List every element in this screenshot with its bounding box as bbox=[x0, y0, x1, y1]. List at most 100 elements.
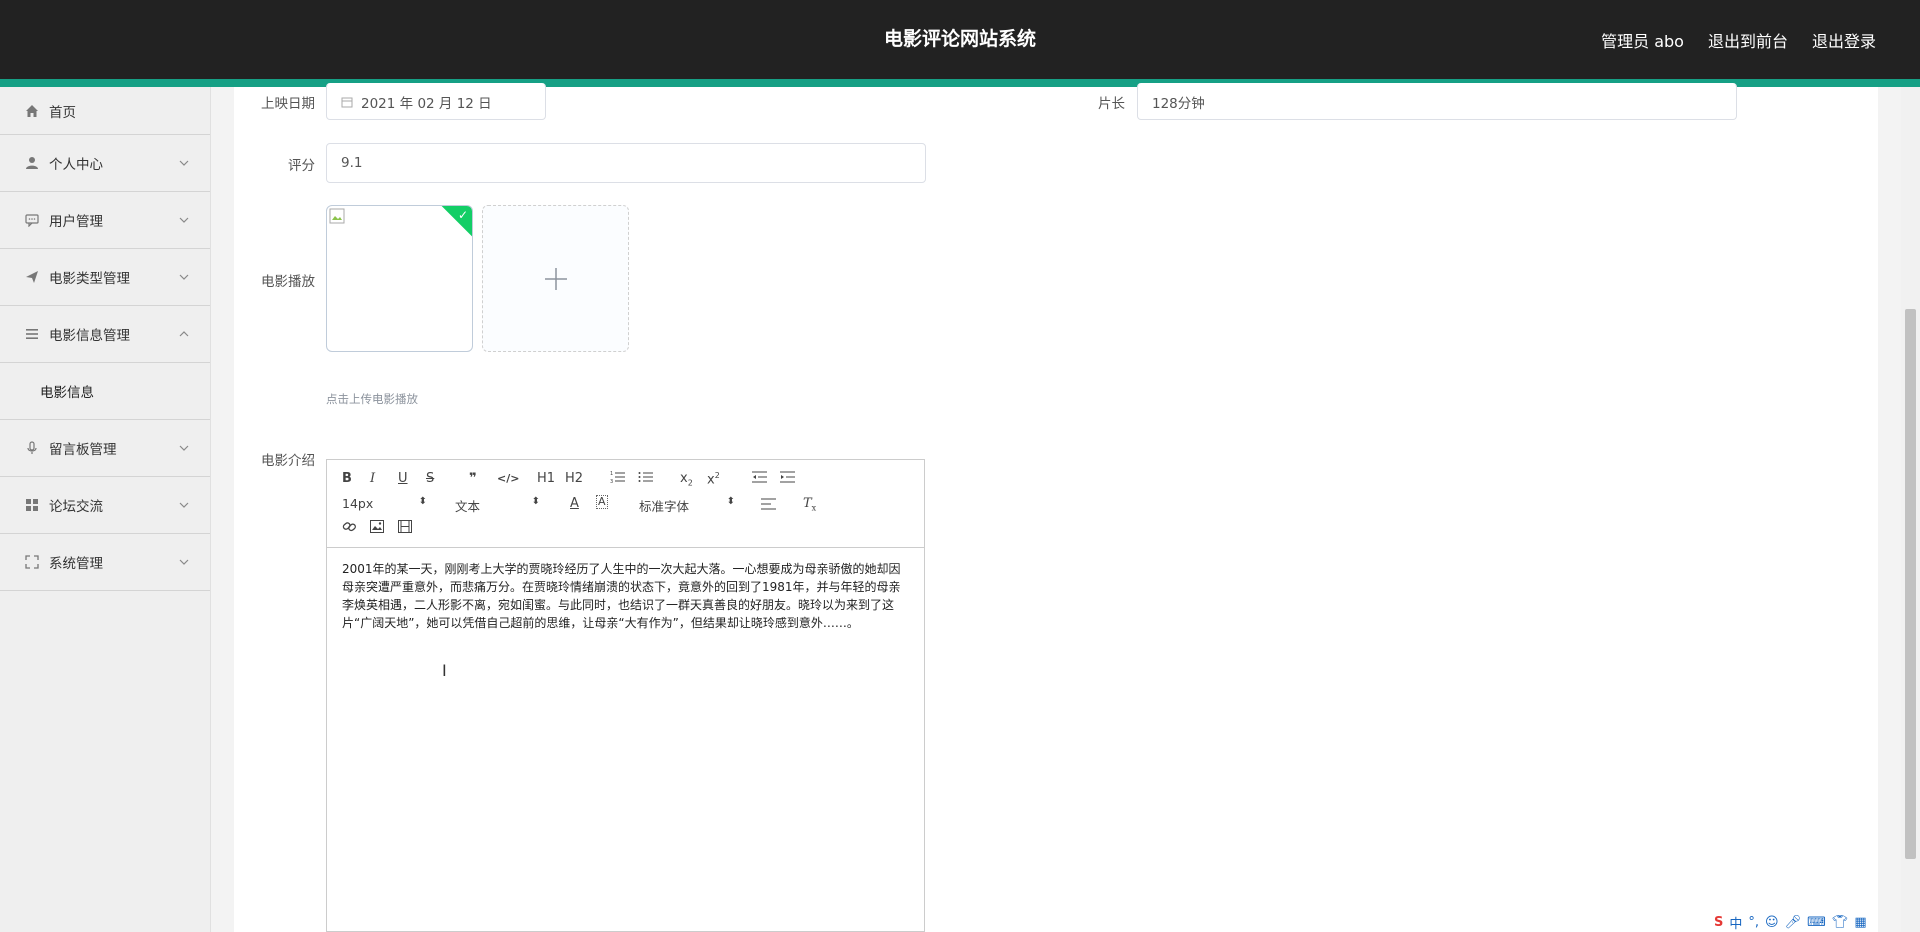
italic-button[interactable]: I bbox=[370, 470, 375, 488]
page-scrollbar[interactable] bbox=[1901, 87, 1920, 932]
ime-tray[interactable]: S 中 °, ☺ 🎤︎ ⌨ 👕︎ ▦ bbox=[1714, 912, 1867, 932]
sidebar-item-label: 电影信息管理 bbox=[49, 328, 130, 344]
release-date-label: 上映日期 bbox=[261, 96, 315, 112]
sidebar-item-user-management[interactable]: 用户管理 bbox=[0, 192, 210, 249]
ordered-list-icon[interactable]: 13 bbox=[610, 470, 625, 490]
sidebar-item-message-board-management[interactable]: 留言板管理 bbox=[0, 420, 210, 477]
ime-mode-label: 中 bbox=[1729, 916, 1743, 932]
image-icon[interactable] bbox=[370, 520, 384, 539]
link-icon[interactable] bbox=[342, 520, 357, 540]
sidebar-item-label: 论坛交流 bbox=[49, 499, 103, 515]
video-icon[interactable] bbox=[398, 520, 412, 539]
editor-content[interactable]: 2001年的某一天，刚刚考上大学的贾晓玲经历了人生中的一次大起大落。一心想要成为… bbox=[327, 548, 924, 644]
select-arrows-icon: ⬍ bbox=[726, 496, 735, 507]
clear-format-icon[interactable]: Tx bbox=[803, 495, 816, 518]
emoji-icon: ☺ bbox=[1765, 914, 1779, 930]
mic-icon bbox=[24, 440, 40, 456]
sidebar-item-movie-info-management[interactable]: 电影信息管理 bbox=[0, 306, 210, 363]
align-icon[interactable] bbox=[761, 497, 776, 517]
bullet-list-icon[interactable] bbox=[638, 470, 653, 490]
font-family-select[interactable]: 标准字体 ⬍ bbox=[639, 496, 735, 514]
chevron-down-icon bbox=[179, 217, 189, 223]
admin-user-link[interactable]: 管理员 abo bbox=[1601, 28, 1684, 52]
rich-text-editor[interactable]: B I U S ❞ </> H1 H2 13 x2 x2 14px ⬍ 文本 ⬍ A… bbox=[326, 459, 925, 932]
sidebar-item-label: 个人中心 bbox=[49, 157, 103, 173]
upload-success-badge bbox=[440, 206, 472, 238]
scrollbar-thumb[interactable] bbox=[1905, 309, 1916, 859]
sidebar-subitem-label: 电影信息 bbox=[40, 385, 94, 401]
chevron-down-icon bbox=[179, 502, 189, 508]
sidebar-item-label: 首页 bbox=[49, 104, 76, 121]
code-icon[interactable]: </> bbox=[497, 470, 519, 488]
duration-input[interactable]: 128分钟 bbox=[1137, 83, 1737, 120]
bold-button[interactable]: B bbox=[342, 470, 352, 488]
indent-icon[interactable] bbox=[780, 470, 795, 490]
check-icon: ✓ bbox=[457, 208, 468, 222]
superscript-icon[interactable]: x2 bbox=[707, 467, 720, 489]
sidebar-subitem-movie-info[interactable]: 电影信息 bbox=[0, 363, 210, 420]
punctuation-icon: °, bbox=[1748, 914, 1760, 930]
calendar-icon bbox=[341, 96, 353, 108]
font-size-value: 14px bbox=[342, 496, 374, 511]
font-color-icon[interactable]: A bbox=[570, 495, 579, 513]
release-date-value: 2021 年 02 月 12 日 bbox=[361, 95, 492, 112]
sogou-icon: S bbox=[1714, 914, 1724, 930]
send-icon bbox=[24, 269, 40, 285]
sidebar: 首页 个人中心 用户管理 电影类型管理 电影信息管理 电影信息 留言板管理 论坛… bbox=[0, 87, 211, 932]
playback-label: 电影播放 bbox=[261, 274, 315, 290]
underline-button[interactable]: U bbox=[398, 470, 408, 488]
strike-button[interactable]: S bbox=[426, 470, 434, 488]
home-icon bbox=[24, 103, 40, 119]
keyboard-icon: ⌨ bbox=[1807, 914, 1826, 930]
svg-text:3: 3 bbox=[610, 479, 613, 484]
sidebar-item-home[interactable]: 首页 bbox=[0, 87, 210, 135]
chevron-down-icon bbox=[179, 160, 189, 166]
h1-button[interactable]: H1 bbox=[537, 470, 555, 488]
rating-label: 评分 bbox=[288, 158, 315, 174]
plus-icon bbox=[544, 267, 567, 290]
release-date-input[interactable]: 2021 年 02 月 12 日 bbox=[326, 83, 546, 120]
font-size-select[interactable]: 14px ⬍ bbox=[342, 496, 427, 512]
subscript-icon[interactable]: x2 bbox=[680, 470, 693, 493]
rating-input[interactable]: 9.1 bbox=[326, 143, 926, 183]
broken-image-icon bbox=[329, 208, 345, 224]
add-upload-button[interactable] bbox=[482, 205, 629, 352]
h2-button[interactable]: H2 bbox=[565, 470, 583, 488]
chevron-down-icon bbox=[179, 559, 189, 565]
sidebar-item-system-management[interactable]: 系统管理 bbox=[0, 534, 210, 591]
shirt-icon: 👕︎ bbox=[1831, 914, 1849, 930]
microphone-icon: 🎤︎ bbox=[1784, 914, 1802, 930]
sidebar-item-profile[interactable]: 个人中心 bbox=[0, 135, 210, 192]
blockquote-icon[interactable]: ❞ bbox=[469, 470, 477, 488]
rating-value: 9.1 bbox=[341, 155, 363, 171]
sidebar-item-label: 电影类型管理 bbox=[49, 271, 130, 287]
background-color-icon[interactable]: A bbox=[596, 495, 608, 509]
font-family-value: 标准字体 bbox=[639, 499, 690, 514]
svg-text:1: 1 bbox=[610, 471, 613, 477]
menu-grid-icon: ▦ bbox=[1854, 914, 1867, 930]
text-cursor-icon: I bbox=[442, 661, 447, 680]
sidebar-item-label: 用户管理 bbox=[49, 214, 103, 230]
sidebar-item-forum[interactable]: 论坛交流 bbox=[0, 477, 210, 534]
outdent-icon[interactable] bbox=[752, 470, 767, 490]
fullscreen-icon bbox=[24, 554, 40, 570]
select-arrows-icon: ⬍ bbox=[418, 496, 427, 507]
editor-toolbar: B I U S ❞ </> H1 H2 13 x2 x2 14px ⬍ 文本 ⬍ A… bbox=[327, 460, 924, 548]
exit-to-frontend-link[interactable]: 退出到前台 bbox=[1708, 28, 1788, 52]
sidebar-item-label: 留言板管理 bbox=[49, 442, 117, 458]
grid-icon bbox=[24, 497, 40, 513]
logout-link[interactable]: 退出登录 bbox=[1812, 28, 1876, 52]
text-format-select[interactable]: 文本 ⬍ bbox=[455, 496, 540, 514]
user-icon bbox=[24, 155, 40, 171]
text-format-value: 文本 bbox=[455, 499, 481, 514]
upload-hint: 点击上传电影播放 bbox=[326, 392, 418, 406]
sidebar-item-movie-type-management[interactable]: 电影类型管理 bbox=[0, 249, 210, 306]
top-bar: 电影评论网站系统 管理员 abo 退出到前台 退出登录 bbox=[0, 0, 1920, 79]
chevron-down-icon bbox=[179, 274, 189, 280]
chat-icon bbox=[24, 212, 40, 228]
chevron-down-icon bbox=[179, 445, 189, 451]
duration-label: 片长 bbox=[1098, 96, 1125, 112]
duration-value: 128分钟 bbox=[1152, 95, 1205, 112]
uploaded-file-card[interactable]: ✓ bbox=[326, 205, 473, 352]
chevron-up-icon bbox=[179, 331, 189, 337]
